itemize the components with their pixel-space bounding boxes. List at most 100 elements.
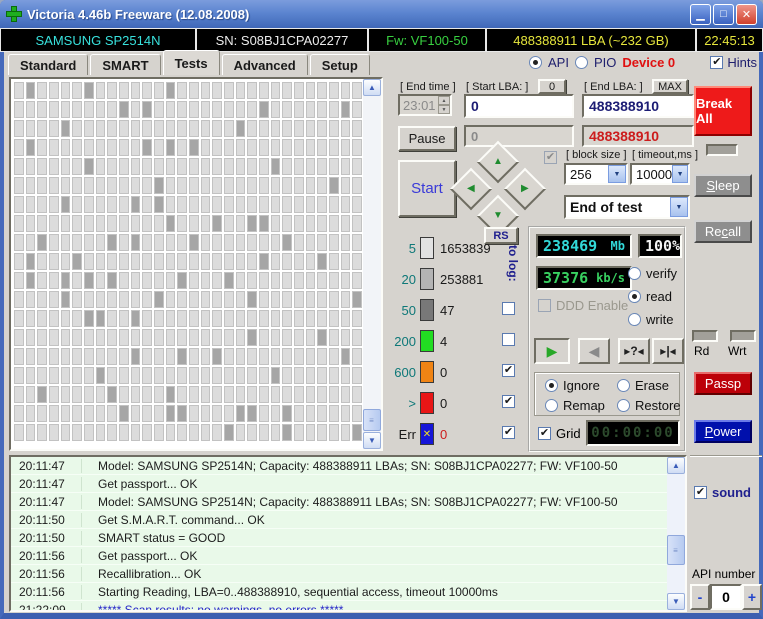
scan-block	[212, 386, 222, 403]
elapsed-lcd: 00:00:00	[586, 420, 680, 446]
start-lba-input[interactable]: 0	[464, 94, 574, 118]
remap-radio[interactable]	[545, 399, 558, 412]
to-log-checkbox[interactable]: ✔	[502, 364, 515, 377]
scan-block	[165, 158, 176, 175]
scan-block	[72, 196, 82, 213]
to-log-checkbox[interactable]: ✔	[502, 395, 515, 408]
write-radio[interactable]	[628, 313, 641, 326]
scan-block	[95, 234, 106, 251]
scroll-down-icon[interactable]: ▼	[363, 432, 381, 449]
dropdown-arrow-icon[interactable]: ▼	[670, 197, 688, 217]
tab-standard[interactable]: Standard	[8, 54, 89, 75]
log-scroll-down-icon[interactable]: ▼	[667, 593, 685, 610]
grid-checkbox[interactable]: ✔	[538, 427, 551, 440]
hints-checkbox[interactable]: ✔	[710, 56, 724, 69]
scan-block	[37, 329, 47, 346]
scan-block	[119, 310, 129, 327]
break-all-button[interactable]: Break All	[694, 86, 752, 136]
erase-radio[interactable]	[617, 379, 630, 392]
end-time-spinner[interactable]: ▲ ▼	[438, 96, 450, 114]
seek-enable-checkbox[interactable]: ✔	[544, 151, 557, 164]
end-time-field[interactable]: 23:01 ▲ ▼	[398, 94, 452, 116]
ignore-radio[interactable]	[545, 379, 558, 392]
scan-block	[177, 272, 187, 289]
sound-checkbox[interactable]: ✔	[694, 486, 707, 499]
dropdown-arrow-icon[interactable]: ▼	[608, 165, 626, 183]
scan-block	[282, 405, 292, 422]
back-button[interactable]: ◀	[578, 338, 610, 364]
read-radio[interactable]	[628, 290, 641, 303]
end-action-select[interactable]: End of test ▼	[564, 195, 690, 219]
scan-block	[60, 310, 71, 327]
scan-block	[352, 367, 362, 384]
scan-block	[224, 177, 234, 194]
api-plus-button[interactable]: +	[742, 584, 762, 610]
start-lba-zero-button[interactable]: 0	[538, 79, 566, 94]
scroll-up-icon[interactable]: ▲	[363, 79, 381, 96]
scan-block	[84, 215, 94, 232]
tab-setup[interactable]: Setup	[309, 54, 370, 75]
timeout-select[interactable]: 10000 ▼	[630, 163, 690, 185]
scan-block	[200, 329, 211, 346]
scan-block	[72, 253, 82, 270]
dropdown-arrow-icon[interactable]: ▼	[672, 165, 688, 183]
scan-block	[294, 120, 304, 137]
seek-left-button[interactable]: ◀	[449, 167, 493, 211]
restore-radio[interactable]	[617, 399, 630, 412]
maximize-button-icon[interactable]: □	[713, 3, 734, 25]
scroll-thumb[interactable]: ≡	[363, 409, 381, 431]
api-radio[interactable]	[529, 56, 542, 69]
passp-button[interactable]: Passp	[694, 372, 752, 395]
scan-block	[107, 234, 117, 251]
timeout-label: [ timeout,ms ]	[632, 149, 699, 161]
scan-map-scrollbar[interactable]: ▲ ≡ ▼	[363, 79, 381, 449]
sleep-button[interactable]: Sleep	[694, 174, 752, 197]
skip-end-button[interactable]: ▸|◂	[652, 338, 684, 364]
skip-question-icon: ▸?◂	[624, 344, 644, 358]
close-button-icon[interactable]: ✕	[736, 3, 757, 25]
seek-right-button[interactable]: ▶	[503, 167, 547, 211]
log-scroll-thumb[interactable]: ≡	[667, 535, 685, 565]
scan-block	[130, 272, 141, 289]
scan-block	[282, 158, 292, 175]
to-log-checkbox[interactable]: ✔	[502, 426, 515, 439]
api-minus-button[interactable]: -	[690, 584, 710, 610]
seek-up-button[interactable]: ▲	[476, 140, 520, 184]
skip-question-button[interactable]: ▸?◂	[618, 338, 650, 364]
progress-group: 238469 Mb 100 % 37376 kb/s DDD Enable ve…	[528, 226, 686, 452]
tab-smart[interactable]: SMART	[90, 54, 161, 75]
scan-block	[305, 139, 316, 156]
end-lba-input[interactable]: 488388910	[582, 94, 694, 118]
start-button[interactable]: Start	[398, 160, 456, 217]
recall-button[interactable]: Recall	[694, 220, 752, 243]
to-log-checkbox[interactable]	[502, 302, 515, 315]
spin-down-icon[interactable]: ▼	[438, 105, 450, 114]
log-scrollbar[interactable]: ▲ ≡ ▼	[667, 457, 685, 610]
tab-tests[interactable]: Tests	[162, 50, 220, 75]
block-size-select[interactable]: 256 ▼	[564, 163, 628, 185]
pio-radio[interactable]	[574, 56, 588, 69]
scan-block	[352, 405, 362, 422]
scan-block	[165, 329, 176, 346]
power-button[interactable]: Power	[694, 420, 752, 443]
pause-button[interactable]: Pause	[398, 126, 456, 151]
scan-block	[165, 405, 176, 422]
to-log-checkbox[interactable]	[502, 333, 515, 346]
scan-block	[95, 158, 106, 175]
back-icon: ◀	[588, 342, 600, 359]
scan-block	[294, 424, 304, 441]
ddd-enable-checkbox[interactable]	[538, 299, 551, 312]
max-button[interactable]: MAX	[652, 79, 688, 94]
spin-up-icon[interactable]: ▲	[438, 96, 450, 105]
scan-block	[60, 367, 71, 384]
log-scroll-up-icon[interactable]: ▲	[667, 457, 685, 474]
scan-block	[317, 310, 327, 327]
verify-radio[interactable]	[628, 267, 641, 280]
mb-lcd: 238469 Mb	[536, 234, 632, 258]
scan-block	[154, 424, 164, 441]
scan-block	[282, 196, 292, 213]
tab-advanced[interactable]: Advanced	[221, 54, 308, 75]
play-button[interactable]: ▶	[534, 338, 570, 364]
minimize-button-icon[interactable]: ▁	[690, 3, 711, 25]
recall-pre: Re	[704, 224, 722, 239]
